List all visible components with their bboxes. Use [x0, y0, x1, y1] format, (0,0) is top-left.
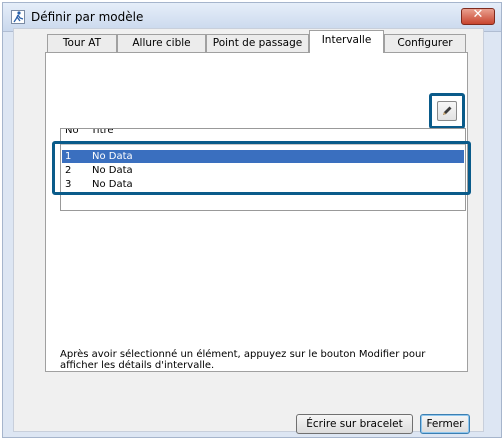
window-title: Définir par modèle: [31, 10, 144, 24]
column-header-no[interactable]: No: [65, 129, 79, 136]
tab-intervalle[interactable]: Intervalle: [309, 30, 384, 53]
tab-allure-cible[interactable]: Allure cible: [117, 34, 206, 52]
tab-tour-at[interactable]: Tour AT: [47, 34, 117, 52]
close-icon: ✕: [472, 7, 484, 22]
edit-button-highlight: [429, 93, 465, 129]
runner-icon: [11, 9, 25, 24]
close-button[interactable]: Fermer: [420, 414, 470, 434]
tab-configurer[interactable]: Configurer: [384, 34, 466, 52]
close-window-button[interactable]: ✕: [461, 7, 495, 25]
tab-panel-intervalle: [45, 52, 468, 372]
list-rows-highlight: [52, 141, 471, 195]
column-header-title[interactable]: Titre: [91, 129, 114, 136]
instruction-text: Après avoir sélectionné un élément, appu…: [60, 349, 426, 371]
write-to-bracelet-button[interactable]: Écrire sur bracelet: [296, 414, 413, 434]
tab-point-de-passage[interactable]: Point de passage: [206, 34, 309, 52]
